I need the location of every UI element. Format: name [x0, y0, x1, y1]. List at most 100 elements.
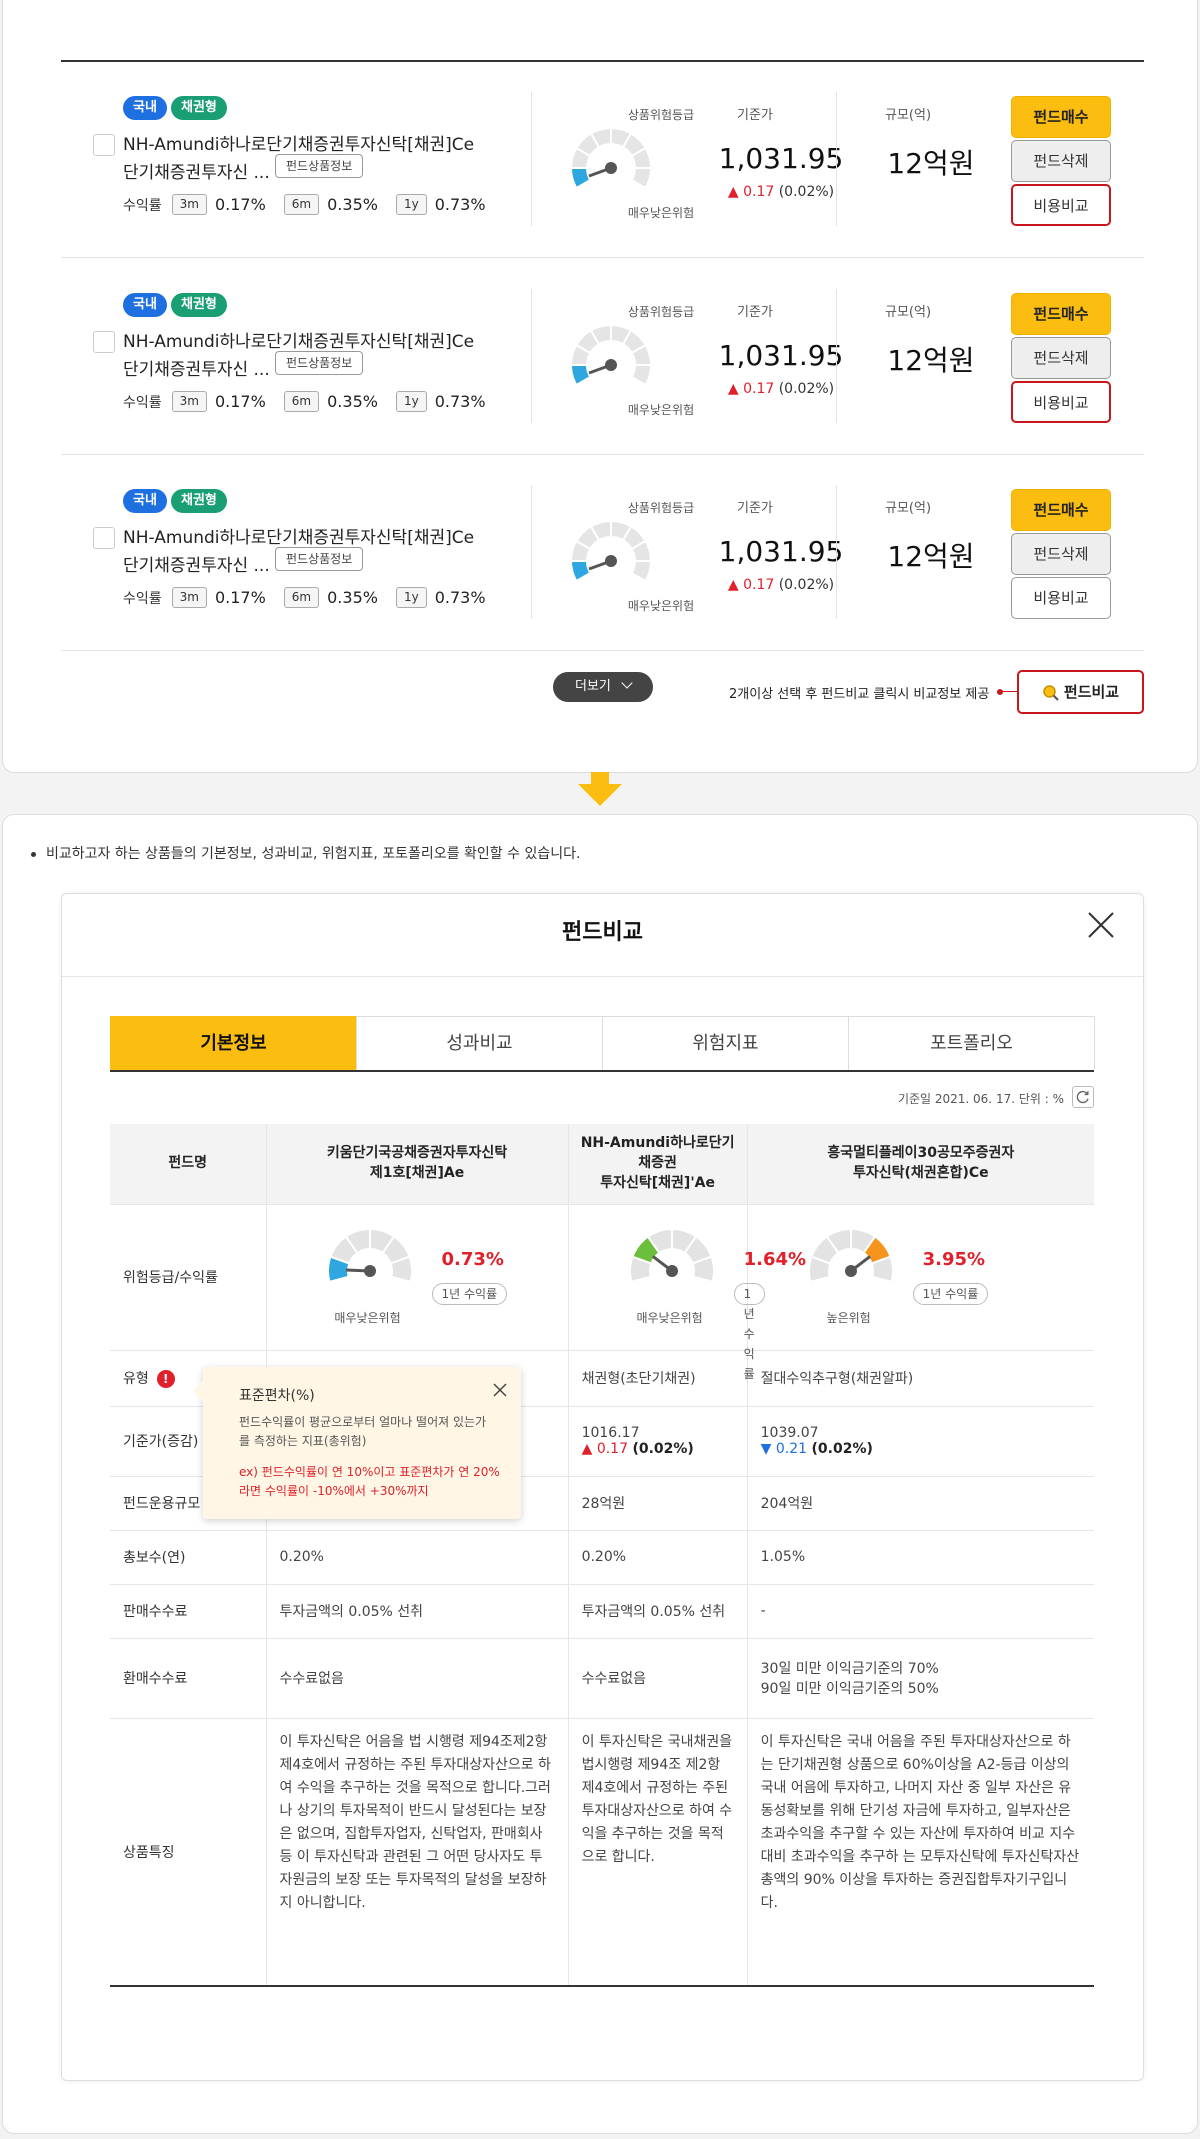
fund-title[interactable]: NH-Amundi하나로단기채증권투자신탁[채권]Ce [123, 130, 474, 155]
period-tag: 6m [283, 391, 320, 412]
return-label: 수익률 [123, 394, 162, 411]
return-1y-label: 1년 수익률 [912, 1282, 989, 1305]
modal-title: 펀드비교 [562, 920, 643, 945]
fund-title-cont[interactable]: 단기채증권투자신 ... [123, 355, 270, 380]
feature-cell: 이 투자신탁은 국내 어음을 주된 투자대상자산으로 하는 단기채권형 상품으로… [746, 1717, 1094, 1986]
change-percent: (0.02%) [811, 1441, 873, 1457]
more-button[interactable]: 더보기 [553, 672, 653, 702]
base-date-text: 기준일 2021. 06. 17. 단위 : % [897, 1092, 1064, 1106]
return-label: 수익률 [123, 197, 162, 214]
close-icon[interactable] [1086, 910, 1116, 940]
fund-title[interactable]: NH-Amundi하나로단기채증권투자신탁[채권]Ce [123, 327, 474, 352]
checkbox-icon[interactable] [93, 134, 115, 156]
redemption-fee-cell: 수수료없음 [265, 1637, 569, 1718]
row-label-sales-fee: 판매수수료 [110, 1583, 266, 1638]
delete-fund-button[interactable]: 펀드삭제 [1011, 337, 1111, 379]
return-value: 0.17% [214, 195, 266, 214]
checkbox-icon[interactable] [93, 527, 115, 549]
risk-gauge-icon [807, 1227, 894, 1283]
compare-note: 2개이상 선택 후 펀드비교 클릭시 비교정보 제공 [729, 687, 990, 702]
fund-title[interactable]: NH-Amundi하나로단기채증권투자신탁[채권]Ce [123, 523, 474, 548]
feature-cell: 이 투자신탁은 국내채권을 법시행령 제94조 제2항 제4호에서 규정하는 주… [567, 1717, 748, 1986]
divider [531, 92, 532, 226]
risk-level: 매우낮은위험 [627, 206, 695, 220]
close-icon[interactable] [491, 1381, 509, 1399]
scale-label: 규모(억) [885, 305, 932, 320]
price-value: 1039.07 [760, 1425, 819, 1441]
change-value: 0.17 [596, 1441, 628, 1457]
gauge-hub [665, 1264, 678, 1277]
divider [836, 92, 837, 226]
tab-risk[interactable]: 위험지표 [602, 1016, 849, 1070]
scale-cell: 204억원 [746, 1475, 1094, 1530]
compare-panel: 비교하고자 하는 상품들의 기본정보, 성과비교, 위험지표, 포토폴리오를 확… [2, 814, 1198, 2134]
modal-divider [62, 976, 1143, 977]
return-value: 0.73% [434, 588, 486, 607]
tooltip-body: 펀드수익률이 평균으로부터 얼마나 떨어져 있는가를 측정하는 지표(총위험) [239, 1415, 487, 1449]
risk-gauge-icon [326, 1227, 413, 1283]
risk-gauge-icon [569, 519, 653, 583]
buy-fund-button[interactable]: 펀드매수 [1011, 293, 1111, 335]
price-cell: 1016.17 ▲ 0.17 (0.02%) [567, 1405, 748, 1476]
fund-title-cont[interactable]: 단기채증권투자신 ... [123, 551, 270, 576]
fund-info-button[interactable]: 펀드상품정보 [275, 351, 364, 375]
buy-fund-button[interactable]: 펀드매수 [1011, 96, 1111, 138]
scale-label: 규모(억) [885, 501, 932, 516]
risk-label: 상품위험등급 [627, 305, 695, 319]
divider [836, 289, 837, 423]
feature-cell: 이 투자신탁은 어음을 법 시행령 제94조제2항제4호에서 규정하는 주된 투… [265, 1717, 569, 1986]
price-label: 기준가 [737, 108, 773, 123]
fund-info-button[interactable]: 펀드상품정보 [275, 154, 364, 178]
price-change: ▲ 0.17 (0.02%) [701, 184, 861, 200]
delete-fund-button[interactable]: 펀드삭제 [1011, 533, 1111, 575]
period-tag: 6m [283, 587, 320, 608]
row-label-features: 상품특징 [110, 1717, 266, 1986]
sales-fee-cell: 투자금액의 0.05% 선취 [567, 1583, 748, 1638]
badge-bond: 채권형 [171, 489, 227, 513]
std-dev-tooltip: 표준편차(%) 펀드수익률이 평균으로부터 얼마나 떨어져 있는가를 측정하는 … [193, 1367, 521, 1519]
redemption-line: 90일 미만 이익금기준의 50% [760, 1681, 939, 1697]
row-label-total-fee: 총보수(연) [110, 1529, 266, 1584]
fund-name-header: NH-Amundi하나로단기채증권 투자신탁[채권]'Ae [567, 1124, 748, 1204]
intro-label: 비교하고자 하는 상품들의 기본정보, 성과비교, 위험지표, 포토폴리오를 확… [46, 846, 581, 862]
scale-cell: 28억원 [567, 1475, 748, 1530]
risk-level: 매우낮은위험 [627, 599, 695, 613]
cost-compare-button[interactable]: 비용비교 [1011, 381, 1111, 423]
return-value: 0.73% [434, 392, 486, 411]
risk-cell: 매우낮은위험 0.73% 1년 수익률 [265, 1203, 569, 1350]
refresh-icon[interactable] [1072, 1086, 1094, 1108]
buy-fund-button[interactable]: 펀드매수 [1011, 489, 1111, 531]
price-cell: 1039.07 ▼ 0.21 (0.02%) [746, 1405, 1094, 1476]
price-change: ▲ 0.17 (0.02%) [701, 577, 861, 593]
cost-compare-button[interactable]: 비용비교 [1011, 184, 1111, 226]
fund-title-cont[interactable]: 단기채증권투자신 ... [123, 158, 270, 183]
period-tag: 1y [395, 587, 427, 608]
delete-fund-button[interactable]: 펀드삭제 [1011, 140, 1111, 182]
sales-fee-cell: 투자금액의 0.05% 선취 [265, 1583, 569, 1638]
fund-row: 국내 채권형 NH-Amundi하나로단기채증권투자신탁[채권]Ce 단기채증권… [61, 62, 1144, 258]
tab-portfolio[interactable]: 포트폴리오 [848, 1016, 1095, 1070]
row-label-risk: 위험등급/수익률 [110, 1203, 266, 1350]
badge-bond: 채권형 [171, 96, 227, 120]
return-1y-label: 1년 수익률 [431, 1282, 508, 1305]
fund-info-button[interactable]: 펀드상품정보 [275, 547, 364, 571]
change-percent: (0.02%) [632, 1441, 694, 1457]
return-value: 0.35% [327, 195, 378, 214]
return-row: 수익률 3m 0.17% 6m 0.35% 1y 0.73% [123, 194, 504, 215]
alert-icon[interactable]: ! [156, 1370, 175, 1388]
return-value: 0.17% [214, 588, 266, 607]
tab-performance[interactable]: 성과비교 [356, 1016, 603, 1070]
fund-compare-button[interactable]: 펀드비교 [1017, 670, 1144, 714]
checkbox-icon[interactable] [93, 331, 115, 353]
return-row: 수익률 3m 0.17% 6m 0.35% 1y 0.73% [123, 587, 504, 608]
up-arrow-icon: ▲ [727, 381, 739, 397]
change-value: 0.17 [743, 184, 775, 200]
cost-compare-button[interactable]: 비용비교 [1011, 577, 1111, 619]
change-value: 0.21 [775, 1441, 808, 1457]
tooltip-example: ex) 펀드수익률이 연 10%이고 표준편차가 연 20%라면 수익률이 -1… [239, 1465, 500, 1499]
tab-basic-info[interactable]: 기본정보 [110, 1016, 357, 1070]
scale-value: 12억원 [887, 540, 975, 573]
fund-row: 국내 채권형 NH-Amundi하나로단기채증권투자신탁[채권]Ce 단기채증권… [61, 259, 1144, 455]
type-label: 유형 [123, 1371, 149, 1387]
bullet-dot [31, 851, 36, 857]
